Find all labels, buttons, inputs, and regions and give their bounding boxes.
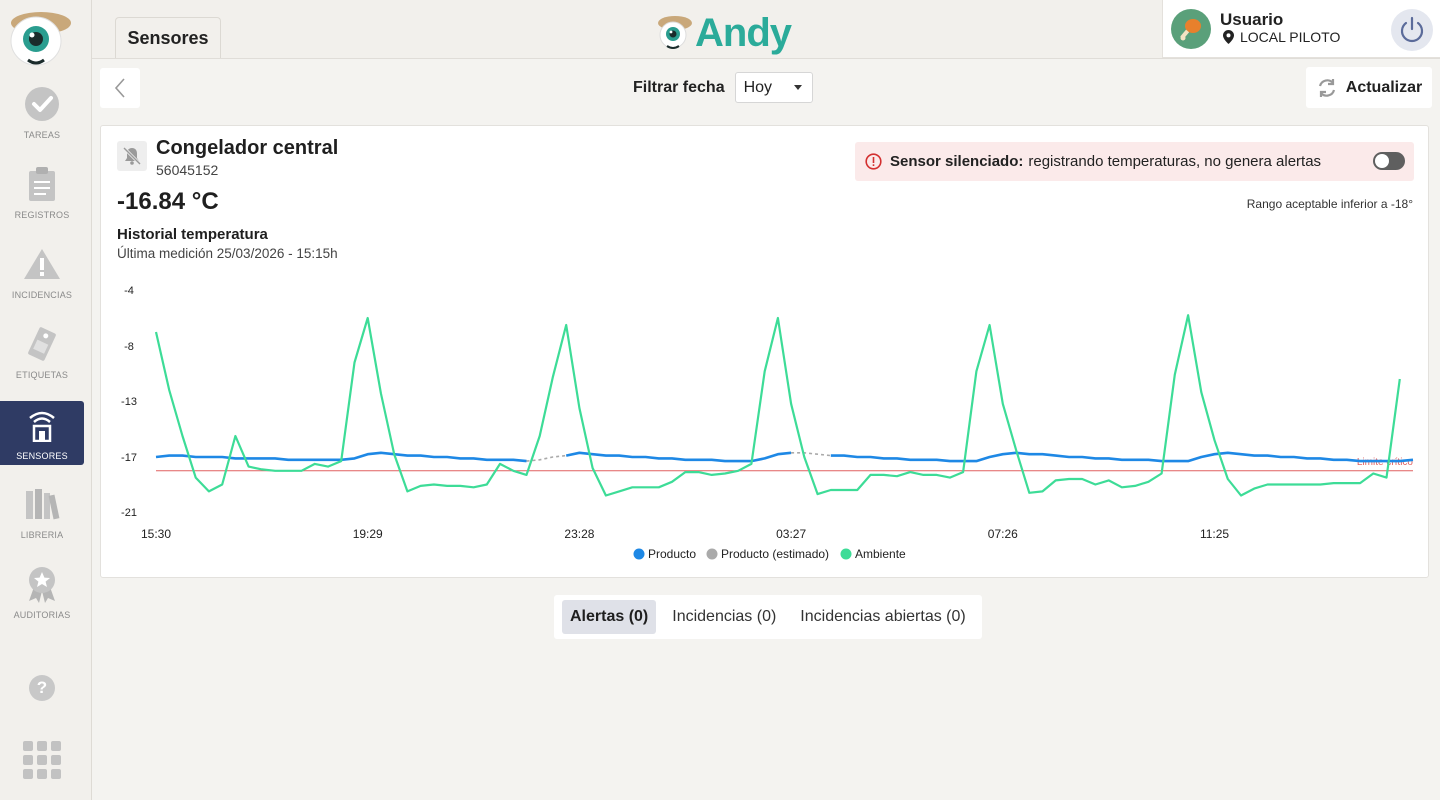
help-button[interactable]: ? <box>29 675 55 701</box>
x-tick-label: 11:25 <box>1200 527 1229 541</box>
y-tick-label: -8 <box>124 341 134 353</box>
apps-grid-icon[interactable] <box>23 741 61 779</box>
series-line-producto <box>565 451 792 463</box>
user-panel: Usuario LOCAL PILOTO <box>1162 0 1440 58</box>
location-pin-icon <box>1223 30 1234 44</box>
sensor-card: Congelador central 56045152 -16.84 °C Hi… <box>100 125 1429 578</box>
x-tick-label: 23:28 <box>564 527 594 541</box>
clipboard-icon <box>22 164 62 204</box>
series-line-producto-estimado <box>791 452 831 457</box>
sidebar-item-label: INCIDENCIAS <box>11 290 73 300</box>
user-location[interactable]: LOCAL PILOTO <box>1223 29 1340 45</box>
silence-toggle[interactable] <box>1373 152 1405 170</box>
filter-label: Filtrar fecha <box>633 78 725 96</box>
sensor-wifi-icon <box>22 405 62 445</box>
current-temperature: -16.84 °C <box>117 188 219 215</box>
history-title: Historial temperatura <box>117 226 268 243</box>
app-logo-icon[interactable] <box>10 8 74 68</box>
books-icon <box>22 484 62 524</box>
sidebar-item-label: ETIQUETAS <box>15 370 69 380</box>
sensor-name: Congelador central <box>156 137 339 159</box>
legend-marker <box>633 548 645 560</box>
avatar[interactable] <box>1171 9 1211 49</box>
power-icon <box>1400 16 1424 43</box>
sidebar-item-registros[interactable]: REGISTROS <box>0 160 84 224</box>
silenced-alert-banner: Sensor silenciado: registrando temperatu… <box>855 142 1414 181</box>
location-label: LOCAL PILOTO <box>1240 29 1341 45</box>
bell-off-icon <box>122 146 142 166</box>
range-note: Rango aceptable inferior a -18° <box>1246 197 1413 211</box>
tab-incidencias[interactable]: Incidencias (0) <box>664 600 784 634</box>
date-filter-select[interactable]: Hoy <box>734 72 813 103</box>
mute-toggle-button[interactable] <box>117 141 147 171</box>
brand-name: Andy <box>695 10 792 55</box>
legend-label: Producto (estimado) <box>721 547 829 561</box>
x-tick-label: 07:26 <box>988 527 1018 541</box>
tab-incidencias-abiertas[interactable]: Incidencias abiertas (0) <box>792 600 973 634</box>
tab-alertas[interactable]: Alertas (0) <box>562 600 657 634</box>
refresh-label: Actualizar <box>1345 78 1423 96</box>
user-name: Usuario <box>1220 10 1284 29</box>
sidebar-item-incidencias[interactable]: INCIDENCIAS <box>0 240 84 304</box>
main-panel: Filtrar fecha Hoy Actualizar Congelador … <box>92 58 1440 800</box>
logout-button[interactable] <box>1391 9 1433 51</box>
x-tick-label: 15:30 <box>141 527 171 541</box>
refresh-icon <box>1318 78 1335 97</box>
y-tick-label: -13 <box>121 396 137 408</box>
chevron-left-icon <box>114 78 125 98</box>
date-filter: Filtrar fecha Hoy <box>633 72 813 103</box>
toggle-knob <box>1375 154 1389 168</box>
sidebar-item-label: TAREAS <box>23 130 61 140</box>
alert-text: registrando temperaturas, no genera aler… <box>1028 153 1322 170</box>
sidebar-item-label: SENSORES <box>16 451 68 461</box>
series-line-producto <box>830 451 1414 463</box>
temperature-chart: -4 -8 -13 -17 -21 15:30 19:29 23:28 03:27 07:26 11… <box>121 285 1414 561</box>
chicken-leg-icon <box>1180 19 1201 41</box>
refresh-button[interactable]: Actualizar <box>1306 67 1432 108</box>
sidebar-item-label: LIBRERIA <box>20 530 64 540</box>
legend-marker <box>840 548 852 560</box>
y-tick-label: -4 <box>124 285 134 297</box>
legend-label: Producto <box>648 547 696 561</box>
sidebar-item-etiquetas[interactable]: ETIQUETAS <box>0 320 84 384</box>
y-tick-label: -21 <box>121 507 137 519</box>
y-tick-label: -17 <box>121 452 137 464</box>
caret-down-icon <box>793 85 802 90</box>
sidebar-item-tareas[interactable]: TAREAS <box>0 80 84 144</box>
sidebar-item-sensores[interactable]: SENSORES <box>0 401 84 465</box>
sidebar-item-auditorias[interactable]: AUDITORIAS <box>0 560 84 624</box>
legend-label: Ambiente <box>855 547 906 561</box>
sidebar-item-label: AUDITORIAS <box>13 610 71 620</box>
award-icon <box>22 564 62 604</box>
series-line-ambiente <box>154 314 1401 497</box>
back-button[interactable] <box>100 68 140 108</box>
check-circle-icon <box>22 84 62 124</box>
sensor-id: 56045152 <box>156 162 219 178</box>
brand-logo: Andy <box>657 8 792 58</box>
last-measurement: Última medición 25/03/2026 - 15:15h <box>117 246 338 261</box>
sidebar-item-label: REGISTROS <box>14 210 70 220</box>
label-icon <box>22 324 62 364</box>
sidebar: TAREAS REGISTROS INCIDENCIAS ETIQUETAS S… <box>0 0 92 800</box>
alert-title: Sensor silenciado: <box>890 153 1024 170</box>
bottom-tabs: Alertas (0) Incidencias (0) Incidencias … <box>554 595 982 639</box>
date-filter-value: Hoy <box>743 78 773 96</box>
warning-icon <box>22 244 62 284</box>
sidebar-item-libreria[interactable]: LIBRERIA <box>0 480 84 544</box>
x-tick-label: 03:27 <box>776 527 806 541</box>
x-tick-label: 19:29 <box>353 527 383 541</box>
legend-marker <box>706 548 718 560</box>
brand-eye-icon <box>658 16 692 49</box>
info-alert-icon <box>865 153 882 170</box>
page-tab-sensores[interactable]: Sensores <box>115 17 221 59</box>
